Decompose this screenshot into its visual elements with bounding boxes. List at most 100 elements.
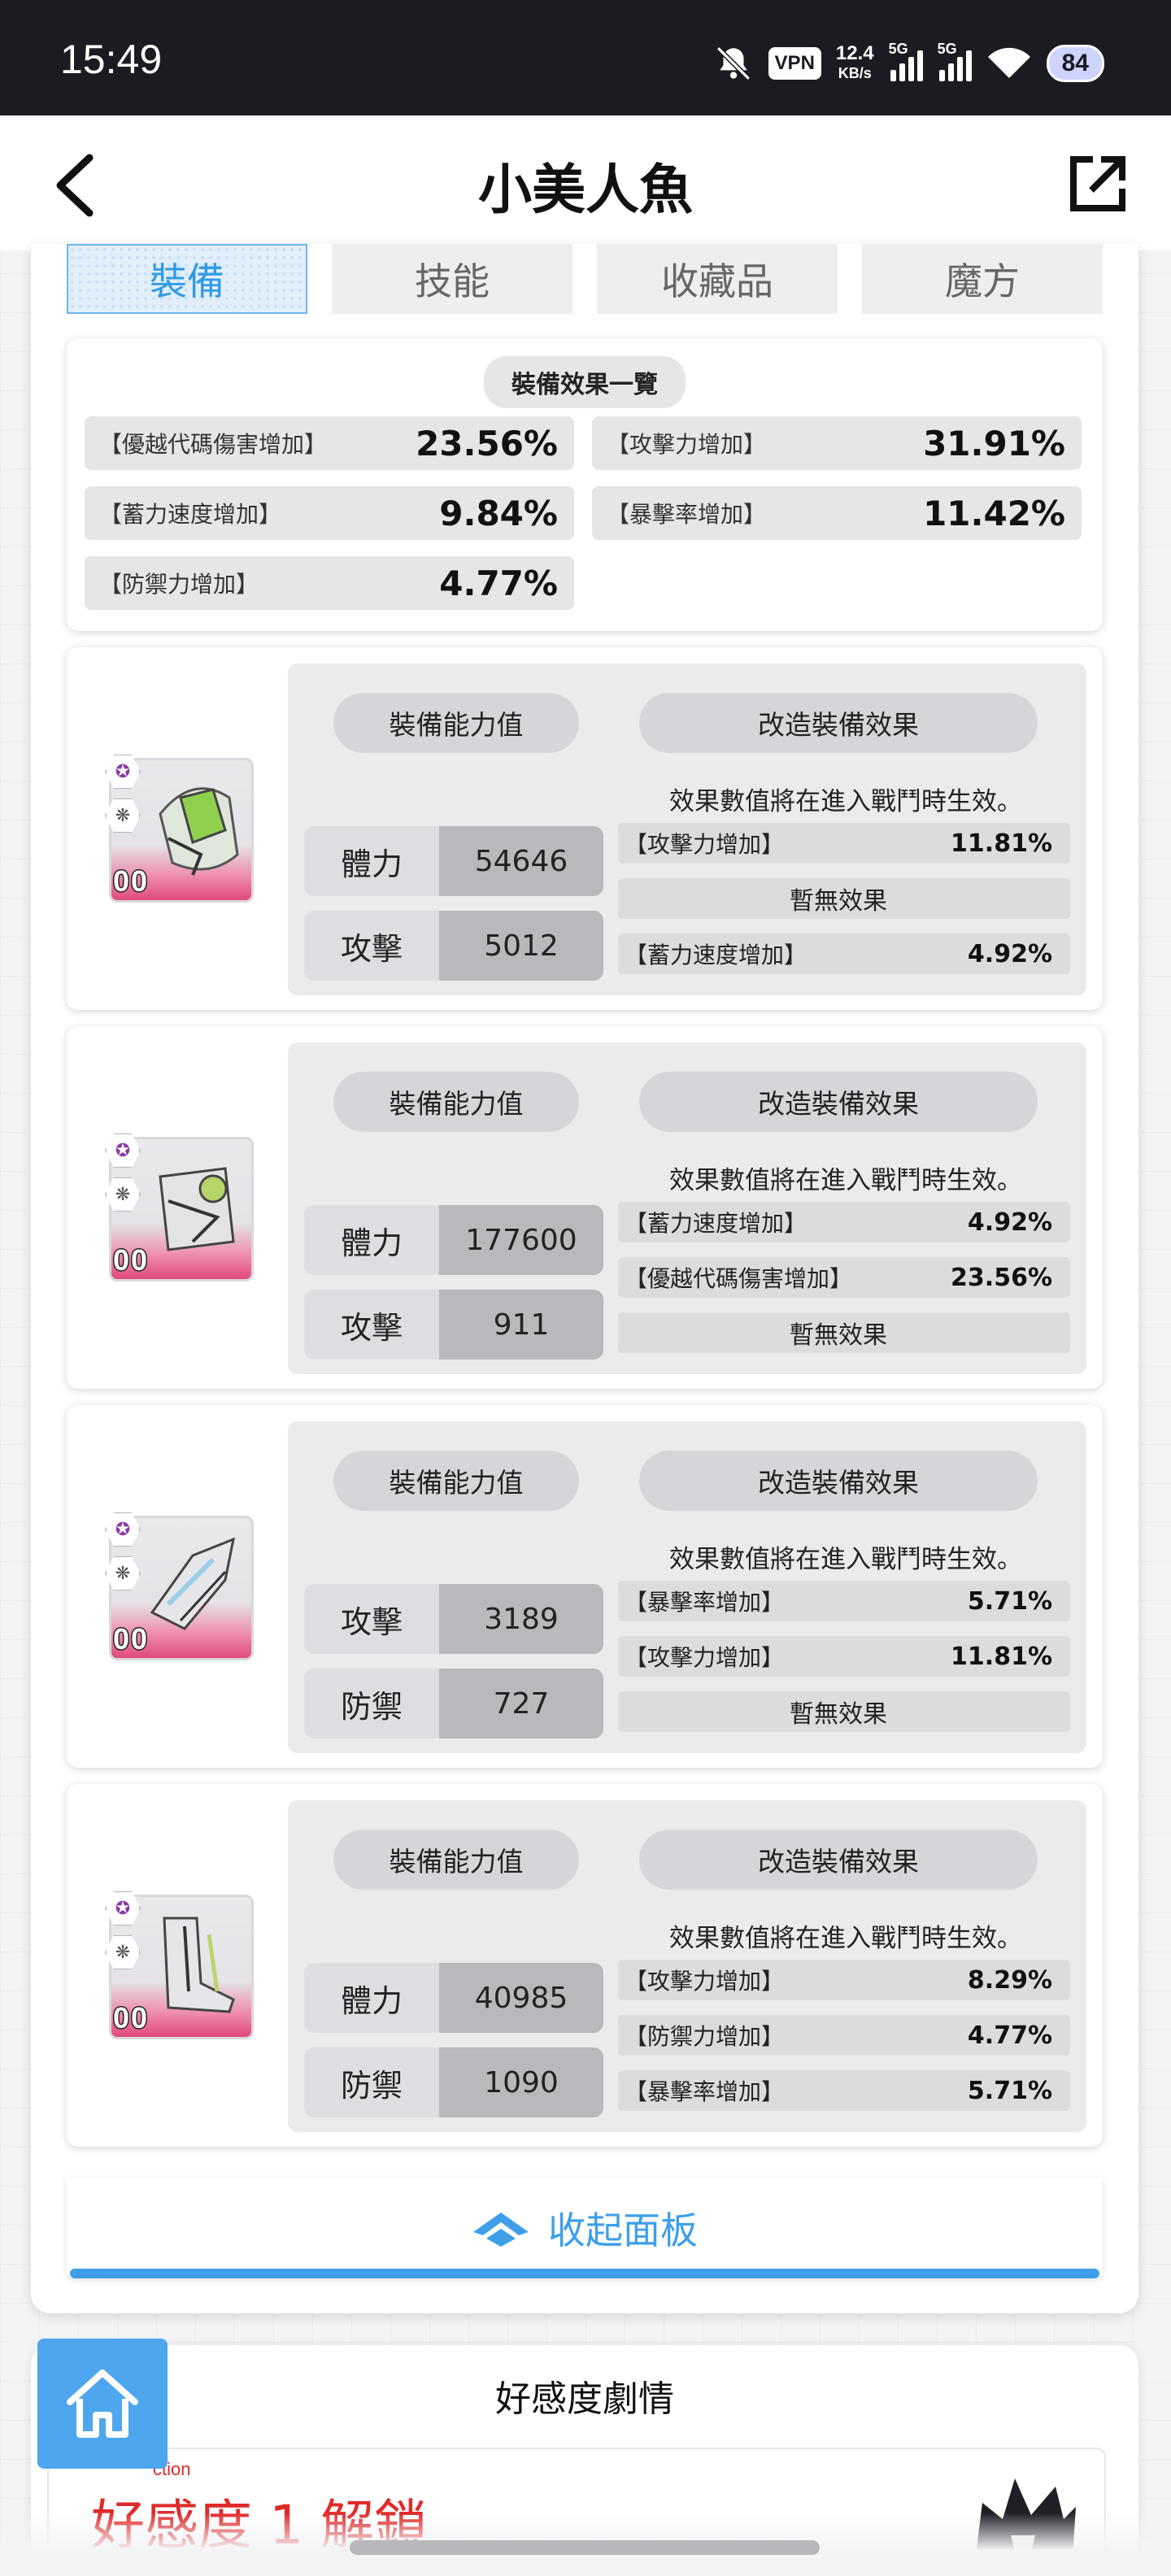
- equipment-level: 00: [111, 864, 150, 899]
- stat-value: 1090: [439, 2047, 603, 2117]
- home-button[interactable]: [37, 2339, 168, 2469]
- equipment-detail: 裝備能力值 改造裝備效果 體力 54646 攻擊 5012 效果數值將在進入戰鬥…: [288, 664, 1086, 995]
- summary-item: 【攻擊力增加】 31.91%: [592, 416, 1082, 470]
- effect-label: 暫無效果: [790, 887, 887, 916]
- equipment-level: 00: [111, 1242, 150, 1278]
- stat-row: 體力 40985: [304, 1963, 603, 2033]
- external-link-icon[interactable]: [1065, 151, 1130, 216]
- stat-value: 727: [439, 1669, 603, 1738]
- stats-header: 裝備能力值: [333, 1830, 579, 1890]
- effect-row: 【蓄力速度增加】 4.92%: [618, 933, 1070, 974]
- tab-skills[interactable]: 技能: [332, 244, 572, 314]
- page-title: 小美人魚: [478, 159, 693, 221]
- effect-value: 5.71%: [967, 1586, 1052, 1616]
- stat-value: 5012: [439, 911, 603, 981]
- speed-unit: KB/s: [838, 65, 872, 81]
- effect-row: 【優越代碼傷害增加】 23.56%: [618, 1257, 1070, 1298]
- effect-label: 【蓄力速度增加】: [625, 942, 808, 968]
- home-indicator[interactable]: [350, 2540, 820, 2555]
- effect-row: 【攻擊力增加】 11.81%: [618, 1636, 1070, 1677]
- effect-row-empty: 暫無效果: [618, 1691, 1070, 1732]
- signal-icon-2: 5G: [938, 41, 972, 81]
- equipment-armor-icon: [159, 1167, 235, 1251]
- effect-value: 4.77%: [967, 2021, 1052, 2050]
- effect-value: 23.56%: [951, 1263, 1052, 1292]
- stat-row: 體力 54646: [304, 826, 603, 896]
- summary-item-label: 【攻擊力增加】: [607, 431, 767, 458]
- effects-header: 改造裝備效果: [639, 693, 1038, 753]
- effect-value: 5.71%: [967, 2076, 1052, 2105]
- equipment-summary-panel: 裝備效果一覽 【優越代碼傷害增加】 23.56% 【攻擊力增加】 31.91% …: [67, 338, 1103, 631]
- stat-row: 防禦 1090: [304, 2047, 603, 2117]
- effect-value: 8.29%: [967, 1965, 1052, 1995]
- summary-title: 裝備效果一覽: [484, 356, 686, 408]
- stats-header: 裝備能力值: [333, 1451, 579, 1511]
- effect-note: 效果數值將在進入戰鬥時生效。: [669, 787, 1022, 816]
- tab-collection[interactable]: 收藏品: [597, 244, 838, 314]
- effect-label: 【攻擊力增加】: [625, 831, 785, 858]
- stat-value: 54646: [439, 826, 603, 896]
- tab-cube[interactable]: 魔方: [862, 244, 1103, 314]
- tab-equipment[interactable]: 裝備: [67, 244, 307, 314]
- summary-item: 【優越代碼傷害增加】 23.56%: [85, 416, 574, 470]
- effect-row: 【攻擊力增加】 11.81%: [618, 823, 1070, 864]
- effect-label: 暫無效果: [790, 1700, 887, 1729]
- effect-value: 11.81%: [951, 1642, 1052, 1671]
- effect-label: 【暴擊率增加】: [625, 2078, 785, 2105]
- effect-row: 【防禦力增加】 4.77%: [618, 2015, 1070, 2056]
- network-type-2: 5G: [937, 41, 957, 57]
- stat-value: 3189: [439, 1584, 603, 1654]
- equipment-panel: ✪ ❋ 00 裝備能力值 改造裝備效果 體力 40985 防禦 1090 效果數…: [67, 1784, 1103, 2147]
- equipment-panel: ✪ ❋ 00 裝備能力值 改造裝備效果 攻擊 3189 防禦 727 效果數值將…: [67, 1405, 1103, 1768]
- effect-note: 效果數值將在進入戰鬥時生效。: [669, 1924, 1022, 1953]
- effect-row: 【攻擊力增加】 8.29%: [618, 1960, 1070, 2000]
- equipment-panel: ✪ ❋ 00 裝備能力值 改造裝備效果 體力 177600 攻擊 911 效果數…: [67, 1026, 1103, 1389]
- effect-note: 效果數值將在進入戰鬥時生效。: [669, 1545, 1022, 1574]
- effects-header: 改造裝備效果: [639, 1830, 1038, 1890]
- effects-header: 改造裝備效果: [639, 1451, 1038, 1511]
- stat-name: 防禦: [304, 2047, 439, 2117]
- status-time: 15:49: [60, 37, 163, 82]
- status-icons: VPN 12.4 KB/s 5G 5G 84: [713, 41, 1104, 86]
- effect-value: 4.92%: [967, 939, 1052, 968]
- summary-item-label: 【防禦力增加】: [99, 571, 259, 598]
- affection-title: 好感度劇情: [495, 2378, 674, 2420]
- stat-name: 攻擊: [304, 911, 439, 981]
- effect-label: 【攻擊力增加】: [625, 1968, 785, 1995]
- speed-value: 12.4: [835, 42, 874, 64]
- equipment-thumbnail[interactable]: ✪ ❋ 00: [105, 1891, 254, 2039]
- signal-icon: 5G: [889, 41, 923, 81]
- effect-label: 【攻擊力增加】: [625, 1644, 785, 1671]
- equipment-panel: ✪ ❋ 00 裝備能力值 改造裝備效果 體力 54646 攻擊 5012 效果數…: [67, 647, 1103, 1010]
- effect-label: 【優越代碼傷害增加】: [625, 1265, 853, 1292]
- stat-name: 防禦: [304, 1669, 439, 1738]
- equipment-level: 00: [111, 2000, 150, 2036]
- effect-row-empty: 暫無效果: [618, 1312, 1070, 1353]
- app-header: 小美人魚: [0, 115, 1171, 250]
- equipment-gloves-icon: [150, 1537, 236, 1630]
- stat-name: 攻擊: [304, 1584, 439, 1654]
- status-bar: 15:49 VPN 12.4 KB/s 5G 5G 84: [0, 0, 1171, 115]
- stat-value: 40985: [439, 1963, 603, 2033]
- effect-value: 11.81%: [951, 829, 1052, 858]
- equipment-thumbnail[interactable]: ✪ ❋ 00: [105, 754, 254, 903]
- effect-value: 4.92%: [967, 1208, 1052, 1237]
- stat-name: 體力: [304, 1963, 439, 2033]
- home-icon: [67, 2369, 138, 2438]
- effect-row: 【暴擊率增加】 5.71%: [618, 1581, 1070, 1621]
- stat-value: 177600: [439, 1205, 603, 1275]
- collapse-panel-button[interactable]: 收起面板: [67, 2178, 1103, 2278]
- equipment-thumbnail[interactable]: ✪ ❋ 00: [105, 1133, 254, 1281]
- equipment-detail: 裝備能力值 改造裝備效果 體力 177600 攻擊 911 效果數值將在進入戰鬥…: [288, 1042, 1086, 1374]
- effect-label: 【防禦力增加】: [625, 2023, 785, 2050]
- stat-row: 防禦 727: [304, 1669, 603, 1738]
- effect-row: 【蓄力速度增加】 4.92%: [618, 1202, 1070, 1242]
- equipment-thumbnail[interactable]: ✪ ❋ 00: [105, 1512, 254, 1660]
- equipment-level: 00: [111, 1621, 150, 1657]
- stat-row: 體力 177600: [304, 1205, 603, 1275]
- equipment-detail: 裝備能力值 改造裝備效果 體力 40985 防禦 1090 效果數值將在進入戰鬥…: [288, 1800, 1086, 2132]
- mute-bell-icon: [716, 46, 751, 80]
- summary-item-value: 31.91%: [923, 423, 1065, 463]
- effect-row-empty: 暫無效果: [618, 878, 1070, 919]
- summary-item: 【防禦力增加】 4.77%: [85, 556, 574, 610]
